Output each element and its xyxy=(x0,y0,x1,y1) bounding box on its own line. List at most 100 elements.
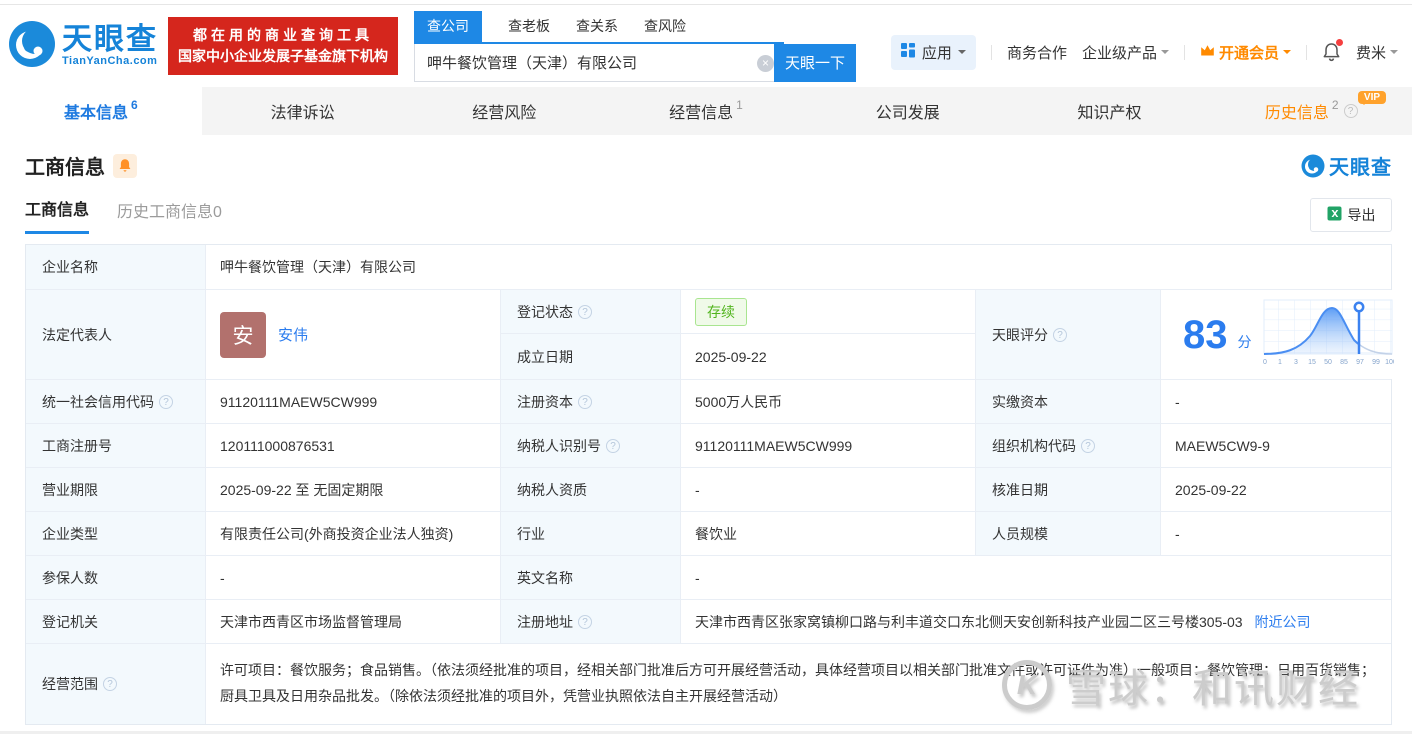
table-row: 法定代表人 安 安伟 登记状态 ? 存续 成立日期 2025-09-22 天眼评… xyxy=(26,290,1404,380)
crown-icon xyxy=(1200,44,1215,61)
brand-watermark: 天眼查 xyxy=(1301,151,1392,180)
help-icon[interactable]: ? xyxy=(1343,104,1358,118)
field-label: 登记机关 xyxy=(26,600,206,643)
tab-company-development[interactable]: 公司发展 xyxy=(807,87,1009,135)
chevron-down-icon xyxy=(1160,50,1169,58)
nav-enterprise-products[interactable]: 企业级产品 xyxy=(1082,42,1169,63)
reg-number-value: 120111000876531 xyxy=(206,424,501,467)
svg-text:50: 50 xyxy=(1324,359,1332,366)
search-tab-boss[interactable]: 查老板 xyxy=(508,11,550,42)
table-row: 企业名称 呷牛餐饮管理（天津）有限公司 xyxy=(26,245,1391,290)
search-row: × 天眼一下 xyxy=(414,43,866,82)
page-title: 工商信息 xyxy=(25,157,105,179)
approval-date-value: 2025-09-22 xyxy=(1161,468,1391,511)
label-text: 注册资本 xyxy=(517,393,573,410)
field-label: 工商注册号 xyxy=(26,424,206,467)
help-icon[interactable]: ? xyxy=(159,394,173,409)
logo-domain: TianYanCha.com xyxy=(62,55,158,67)
monitor-bell-icon[interactable] xyxy=(113,153,137,178)
tab-operation-info[interactable]: 经营信息 1 xyxy=(605,87,807,135)
nav-open-vip[interactable]: 开通会员 xyxy=(1200,42,1291,63)
help-icon[interactable]: ? xyxy=(1053,327,1067,342)
search-tab-company[interactable]: 查公司 xyxy=(414,10,482,42)
search-tab-risk[interactable]: 查风险 xyxy=(644,11,686,42)
tianyancha-logo[interactable]: 天眼查 TianYanCha.com xyxy=(8,20,158,73)
tab-label: 经营信息 xyxy=(669,105,734,122)
export-label: 导出 xyxy=(1347,207,1376,223)
legal-rep-cell: 安 安伟 xyxy=(206,290,501,379)
search-tab-relation[interactable]: 查关系 xyxy=(576,11,618,42)
tab-intellectual-property[interactable]: 知识产权 xyxy=(1009,87,1211,135)
help-icon[interactable]: ? xyxy=(1081,438,1095,453)
legal-rep-link[interactable]: 安伟 xyxy=(278,324,308,345)
paid-capital-value: - xyxy=(1161,380,1391,423)
tab-label: 经营风险 xyxy=(472,105,537,122)
reg-address-value: 天津市西青区张家窝镇柳口路与利丰道交口东北侧天安创新科技产业园二区三号楼305-… xyxy=(695,613,1243,630)
subtab-history-business-info[interactable]: 历史工商信息0 xyxy=(117,198,222,233)
field-label: 注册地址 ? xyxy=(501,600,681,643)
search-button[interactable]: 天眼一下 xyxy=(774,43,856,82)
label-text: 组织机构代码 xyxy=(992,437,1076,454)
svg-text:97: 97 xyxy=(1356,359,1364,366)
reg-address-cell: 天津市西青区张家窝镇柳口路与利丰道交口东北侧天安创新科技产业园二区三号楼305-… xyxy=(681,600,1391,643)
field-label: 行业 xyxy=(501,512,681,555)
tab-label: 知识产权 xyxy=(1077,105,1142,122)
slogan-line-1: 都在用的商业查询工具 xyxy=(193,27,373,43)
business-info-table: 企业名称 呷牛餐饮管理（天津）有限公司 法定代表人 安 安伟 登记状态 ? 存续… xyxy=(25,244,1404,725)
help-icon[interactable]: ? xyxy=(606,438,620,453)
svg-text:0: 0 xyxy=(1263,359,1267,366)
tianyancha-logo-icon xyxy=(8,20,56,73)
field-label: 法定代表人 xyxy=(26,290,206,379)
tab-label: 法律诉讼 xyxy=(270,105,335,122)
avatar[interactable]: 安 xyxy=(220,311,266,358)
notification-dot xyxy=(1335,39,1343,46)
svg-text:1: 1 xyxy=(1278,359,1282,366)
export-button[interactable]: 导出 xyxy=(1310,198,1392,232)
search-input[interactable] xyxy=(414,43,784,82)
notification-bell[interactable] xyxy=(1322,39,1343,62)
label-text: 注册地址 xyxy=(517,613,573,630)
field-label: 纳税人资质 xyxy=(501,468,681,511)
help-icon[interactable]: ? xyxy=(578,614,592,629)
english-name-value: - xyxy=(681,556,1391,599)
chevron-down-icon xyxy=(1390,50,1398,58)
label-text: 登记状态 xyxy=(517,303,573,320)
nearby-companies-link[interactable]: 附近公司 xyxy=(1254,614,1310,630)
search-block: 查公司 查老板 查关系 查风险 × 天眼一下 xyxy=(414,10,866,82)
field-label: 实缴资本 xyxy=(976,380,1161,423)
subtab-business-info[interactable]: 工商信息 xyxy=(25,196,90,234)
field-label: 企业类型 xyxy=(26,512,206,555)
apps-menu[interactable]: 应用 xyxy=(890,34,976,70)
help-icon[interactable]: ? xyxy=(578,304,592,319)
table-row: 登记机关 天津市西青区市场监督管理局 注册地址 ? 天津市西青区张家窝镇柳口路与… xyxy=(26,600,1391,644)
label-text: 统一社会信用代码 xyxy=(42,393,154,410)
insured-count-value: - xyxy=(206,556,501,599)
clear-icon[interactable]: × xyxy=(757,54,774,72)
tab-history-info[interactable]: 历史信息 2 ? VIP xyxy=(1210,87,1412,135)
tab-count: 6 xyxy=(131,98,138,112)
tab-basic-info[interactable]: 基本信息 6 xyxy=(0,87,202,135)
business-scope-value: 许可项目：餐饮服务；食品销售。（依法须经批准的项目，经相关部门批准后方可开展经营… xyxy=(206,644,1391,724)
section-header: 工商信息 天眼查 xyxy=(0,151,1412,180)
help-icon[interactable]: ? xyxy=(103,677,117,691)
header: 天眼查 TianYanCha.com 都在用的商业查询工具 国家中小企业发展子基… xyxy=(0,5,1412,87)
tab-operation-risk[interactable]: 经营风险 xyxy=(403,87,605,135)
score-distribution-chart: 0 1 3 15 50 85 97 99 100 xyxy=(1262,298,1396,371)
subtab-row: 工商信息 历史工商信息0 导出 xyxy=(0,196,1412,234)
table-row: 工商注册号 120111000876531 纳税人识别号 ? 91120111M… xyxy=(26,424,1391,468)
tianyancha-company-page: 天眼查 TianYanCha.com 都在用的商业查询工具 国家中小企业发展子基… xyxy=(0,0,1412,734)
nav-biz-cooperation[interactable]: 商务合作 xyxy=(1007,42,1067,63)
label-text: 天眼评分 xyxy=(992,326,1048,343)
company-type-value: 有限责任公司(外商投资企业法人独资) xyxy=(206,512,501,555)
score-cell: 83 分 0 1 3 15 50 85 97 99 10 xyxy=(1161,290,1404,379)
slogan-badge: 都在用的商业查询工具 国家中小企业发展子基金旗下机构 xyxy=(168,17,398,75)
field-label: 核准日期 xyxy=(976,468,1161,511)
apps-grid-icon xyxy=(900,42,916,62)
nav-user-menu[interactable]: 费米 xyxy=(1356,42,1398,63)
help-icon[interactable]: ? xyxy=(578,394,592,409)
chevron-down-icon xyxy=(957,50,966,58)
establish-date-value: 2025-09-22 xyxy=(681,334,976,379)
taxpayer-id-value: 91120111MAEW5CW999 xyxy=(681,424,976,467)
svg-text:99: 99 xyxy=(1372,359,1380,366)
tab-legal-litigation[interactable]: 法律诉讼 xyxy=(202,87,404,135)
